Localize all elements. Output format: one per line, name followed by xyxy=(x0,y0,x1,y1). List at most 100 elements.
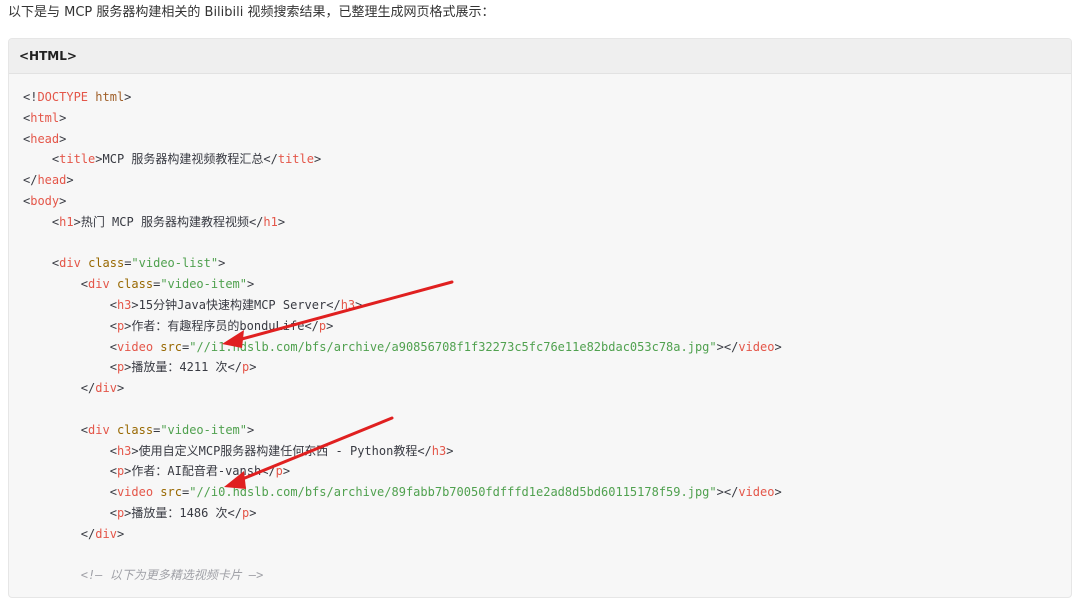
code-token: > xyxy=(446,443,454,458)
code-token: 使用自定义MCP服务器构建任何东西 - Python教程 xyxy=(138,443,418,458)
code-token: </ xyxy=(227,360,242,375)
code-token: </ xyxy=(326,297,341,312)
code-token: > xyxy=(131,443,139,458)
code-token: div xyxy=(88,422,110,437)
code-token: div xyxy=(95,526,117,541)
code-line: <!DOCTYPE html> xyxy=(23,87,1071,108)
code-token: MCP 服务器构建视频教程汇总 xyxy=(102,152,264,167)
code-token: "//i1.hdslb.com/bfs/archive/a90856708f1f… xyxy=(189,339,717,354)
code-token: div xyxy=(88,277,110,292)
code-token: ></ xyxy=(716,339,739,354)
code-line: <title>MCP 服务器构建视频教程汇总</title> xyxy=(23,149,1071,170)
code-token: < xyxy=(109,464,117,479)
code-block: <HTML> <!DOCTYPE html> <html> <head> <titl… xyxy=(8,38,1072,598)
code-line: <html> xyxy=(23,108,1071,129)
code-body[interactable]: <!DOCTYPE html> <html> <head> <title>MCP 服… xyxy=(9,74,1071,586)
code-token: > xyxy=(282,464,291,479)
code-line: </head> xyxy=(23,170,1071,191)
code-token: > xyxy=(247,422,255,437)
code-language-label: <HTML> xyxy=(9,39,1071,74)
code-token: div xyxy=(95,381,117,396)
code-line: <p>作者：有趣程序员的bonduLife</p> xyxy=(23,316,1071,337)
code-token: h3 xyxy=(431,443,447,458)
code-token: h3 xyxy=(340,297,356,312)
code-token: DOCTYPE xyxy=(37,90,89,104)
code-token: title xyxy=(277,152,314,167)
code-token: > xyxy=(218,256,226,271)
code-line: <h3>15分钟Java快速构建MCP Server</h3> xyxy=(23,295,1071,316)
code-token: </ xyxy=(80,526,96,541)
code-line: <h3>使用自定义MCP服务器构建任何东西 - Python教程</h3> xyxy=(23,441,1071,462)
code-line: </div> xyxy=(23,378,1071,399)
code-token: src xyxy=(160,485,182,500)
code-token: 15分钟Java快速构建MCP Server xyxy=(138,297,327,312)
code-line: <video src="//i0.hdslb.com/bfs/archive/8… xyxy=(23,482,1071,503)
code-line: <body> xyxy=(23,191,1071,212)
code-token: "video-item" xyxy=(160,422,248,437)
code-token: class xyxy=(88,256,125,271)
code-token: html xyxy=(30,110,60,125)
code-token: p xyxy=(275,464,283,479)
code-line: <head> xyxy=(23,129,1071,150)
code-token: title xyxy=(59,152,96,167)
code-token: </ xyxy=(261,464,276,479)
code-line: <video src="//i1.hdslb.com/bfs/archive/a… xyxy=(23,337,1071,358)
code-token: > xyxy=(774,485,782,500)
code-token: h1 xyxy=(263,214,278,229)
code-token: < xyxy=(109,297,117,312)
code-token: > xyxy=(774,339,782,354)
code-token: < xyxy=(109,505,117,520)
code-token: < xyxy=(109,485,117,500)
code-token: div xyxy=(59,256,81,271)
code-token: < xyxy=(109,318,117,333)
code-token: video xyxy=(738,339,775,354)
code-token: </ xyxy=(417,443,432,458)
code-token: video xyxy=(116,339,154,354)
code-token: > xyxy=(249,505,257,520)
code-line: <p>作者：AI配音君-vansh</p> xyxy=(23,461,1071,482)
code-token: src xyxy=(160,339,182,354)
code-token: h1 xyxy=(59,214,74,229)
code-token: > xyxy=(249,360,257,375)
code-token: > xyxy=(326,318,334,333)
code-line: <!— 以下为更多精选视频卡片 —> xyxy=(23,565,1071,586)
code-token: > xyxy=(116,526,125,541)
code-token: 播放量：4211 次 xyxy=(131,360,228,375)
code-token: <!— 以下为更多精选视频卡片 —> xyxy=(80,568,264,583)
code-token: </ xyxy=(248,214,264,229)
code-token: > xyxy=(116,381,125,396)
code-token: < xyxy=(109,443,117,458)
code-token: > xyxy=(124,90,132,104)
code-token: "//i0.hdslb.com/bfs/archive/89fabb7b7005… xyxy=(189,485,717,500)
intro-text: 以下是与 MCP 服务器构建相关的 Bilibili 视频搜索结果，已整理生成网… xyxy=(8,5,495,20)
code-token: > xyxy=(73,214,81,229)
code-line: </div> xyxy=(23,524,1071,545)
code-line: <div class="video-item"> xyxy=(23,274,1071,295)
code-token: video xyxy=(738,485,775,500)
code-token: > xyxy=(313,152,322,167)
code-line: <p>播放量：4211 次</p> xyxy=(23,357,1071,378)
code-token: </ xyxy=(227,505,242,520)
code-token: head xyxy=(30,131,60,146)
code-token: > xyxy=(131,297,139,312)
code-token: > xyxy=(277,214,286,229)
code-token: video xyxy=(116,485,154,500)
